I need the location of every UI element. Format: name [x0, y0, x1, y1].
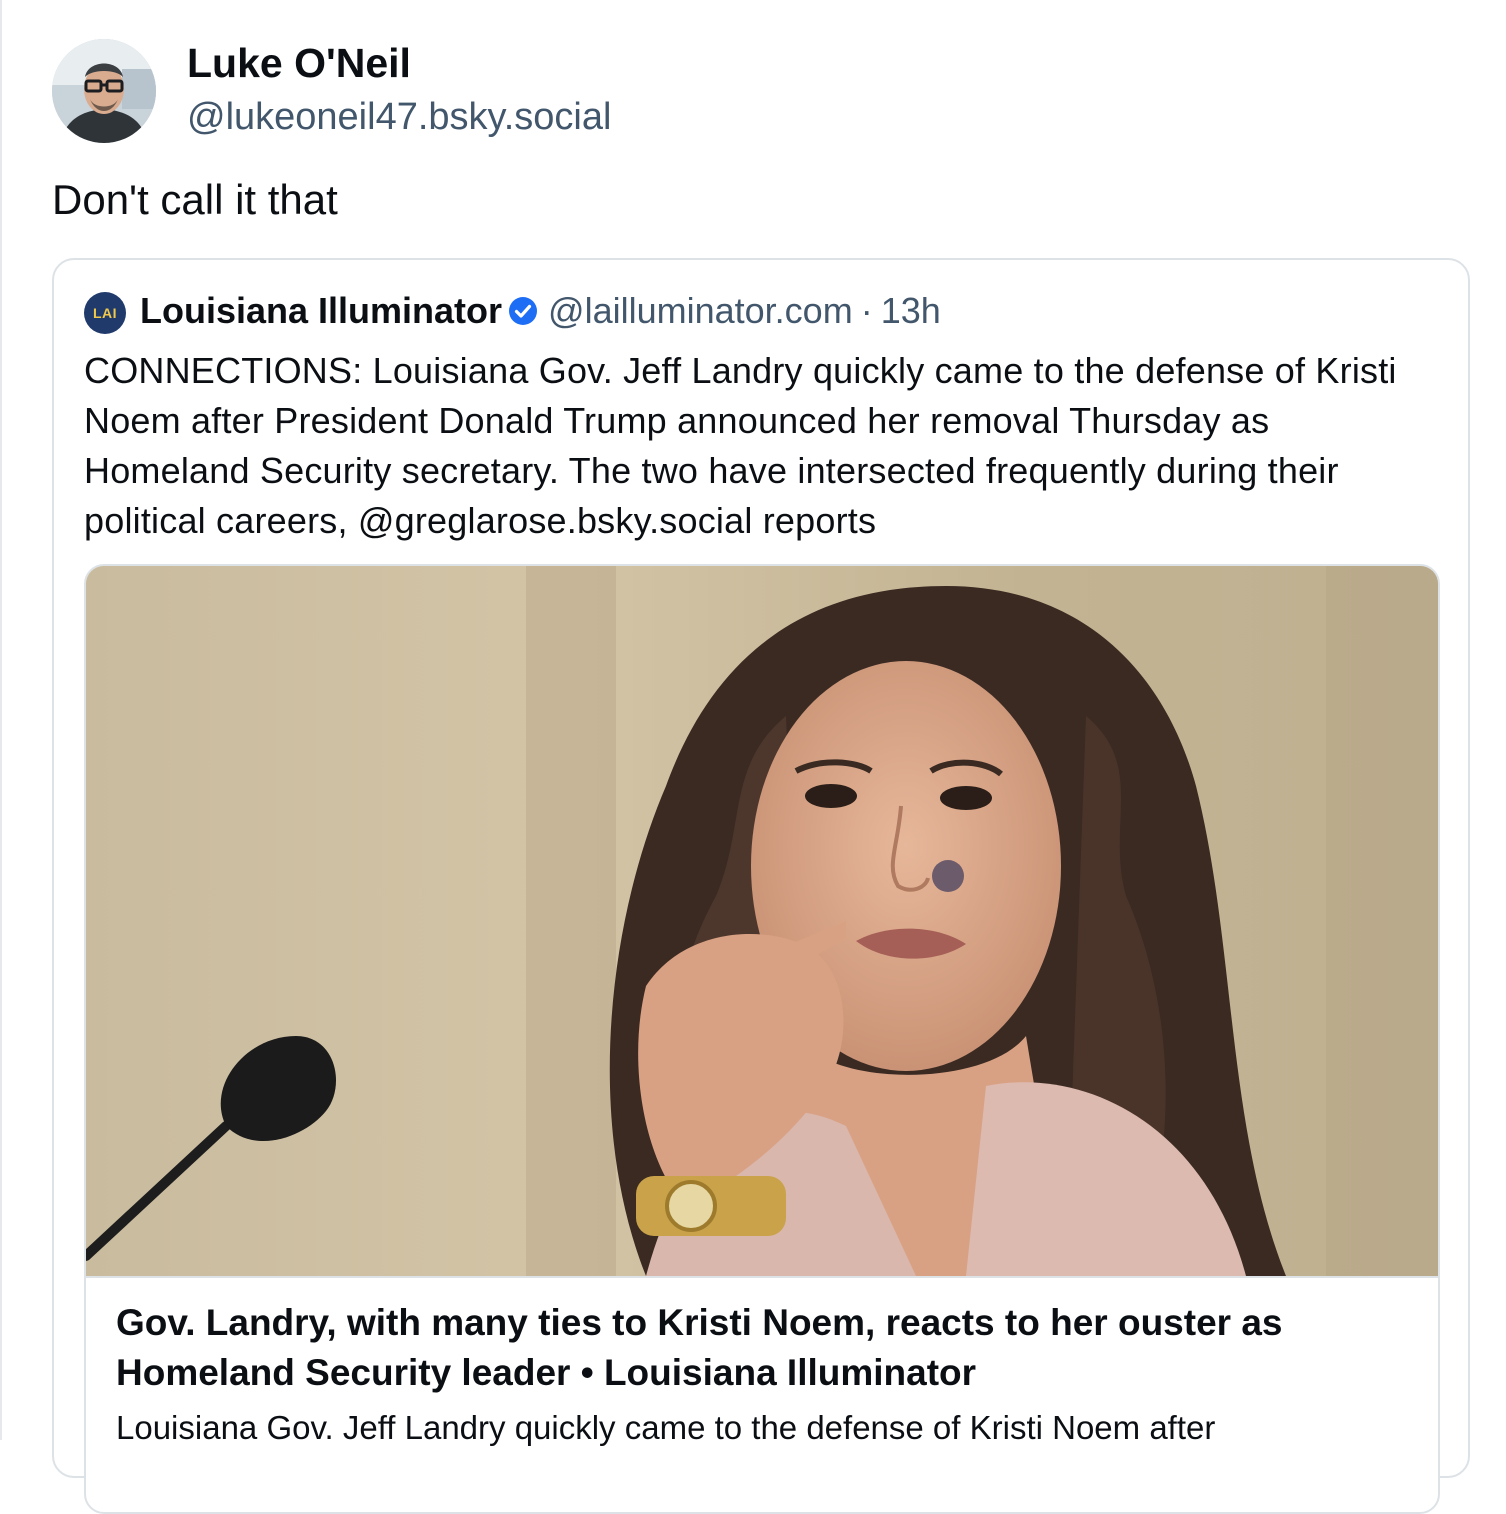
- quoted-post-card[interactable]: LAI Louisiana Illuminator @lailluminator…: [52, 258, 1470, 1514]
- article-photo: [86, 566, 1438, 1276]
- quoted-author-handle[interactable]: @lailluminator.com: [548, 290, 853, 332]
- header-separator: ·: [860, 290, 873, 331]
- quoted-post-text: CONNECTIONS: Louisiana Gov. Jeff Landry …: [84, 350, 1397, 541]
- verified-check-icon: [508, 296, 538, 326]
- link-preview-title[interactable]: Gov. Landry, with many ties to Kristi No…: [116, 1298, 1406, 1398]
- link-preview-card[interactable]: Gov. Landry, with many ties to Kristi No…: [84, 564, 1440, 1514]
- author-handle[interactable]: @lukeoneil47.bsky.social: [187, 96, 611, 139]
- quoted-author-name[interactable]: Louisiana Illuminator: [140, 290, 502, 332]
- link-preview-divider: [86, 1276, 1438, 1278]
- author-avatar[interactable]: [52, 39, 156, 143]
- author-name[interactable]: Luke O'Neil: [187, 40, 411, 87]
- quoted-post-time[interactable]: 13h: [881, 290, 941, 332]
- post-text: Don't call it that: [52, 176, 338, 223]
- user-avatar-photo: [52, 39, 156, 143]
- quoted-author-avatar[interactable]: LAI: [84, 292, 126, 334]
- post-container: Luke O'Neil @lukeoneil47.bsky.social Don…: [0, 0, 1506, 1514]
- quoted-post-header: Louisiana Illuminator @lailluminator.com…: [140, 290, 941, 332]
- link-preview-description: Louisiana Gov. Jeff Landry quickly came …: [116, 1409, 1216, 1446]
